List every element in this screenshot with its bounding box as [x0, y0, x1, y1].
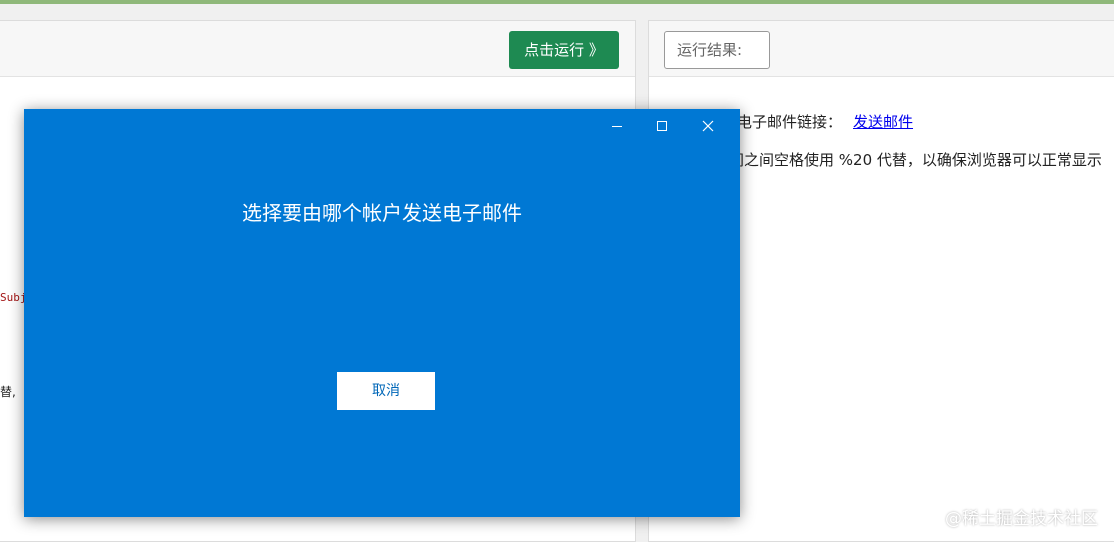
send-email-link[interactable]: 发送邮件	[853, 111, 913, 132]
result-label: 运行结果:	[664, 31, 770, 69]
close-icon[interactable]	[693, 114, 723, 138]
editor-toolbar: 点击运行 》	[0, 21, 635, 77]
maximize-icon[interactable]	[647, 114, 677, 138]
code-fragment-subject: Subj	[0, 291, 27, 304]
watermark: @稀土掘金技术社区	[945, 509, 1098, 529]
code-fragment-text: 替,	[0, 385, 16, 399]
account-picker-dialog: 选择要由哪个帐户发送电子邮件 取消	[24, 109, 740, 517]
result-line-note: 间之间空格使用 %20 代替，以确保浏览器可以正常显示	[729, 151, 1102, 169]
dialog-title: 选择要由哪个帐户发送电子邮件	[242, 201, 522, 225]
cancel-button[interactable]: 取消	[337, 372, 435, 410]
email-link-label: 电子邮件链接：	[737, 113, 843, 131]
minimize-icon[interactable]	[602, 114, 632, 138]
run-button[interactable]: 点击运行 》	[509, 31, 619, 69]
top-accent-strip	[0, 0, 1114, 4]
result-toolbar: 运行结果:	[649, 21, 1114, 77]
